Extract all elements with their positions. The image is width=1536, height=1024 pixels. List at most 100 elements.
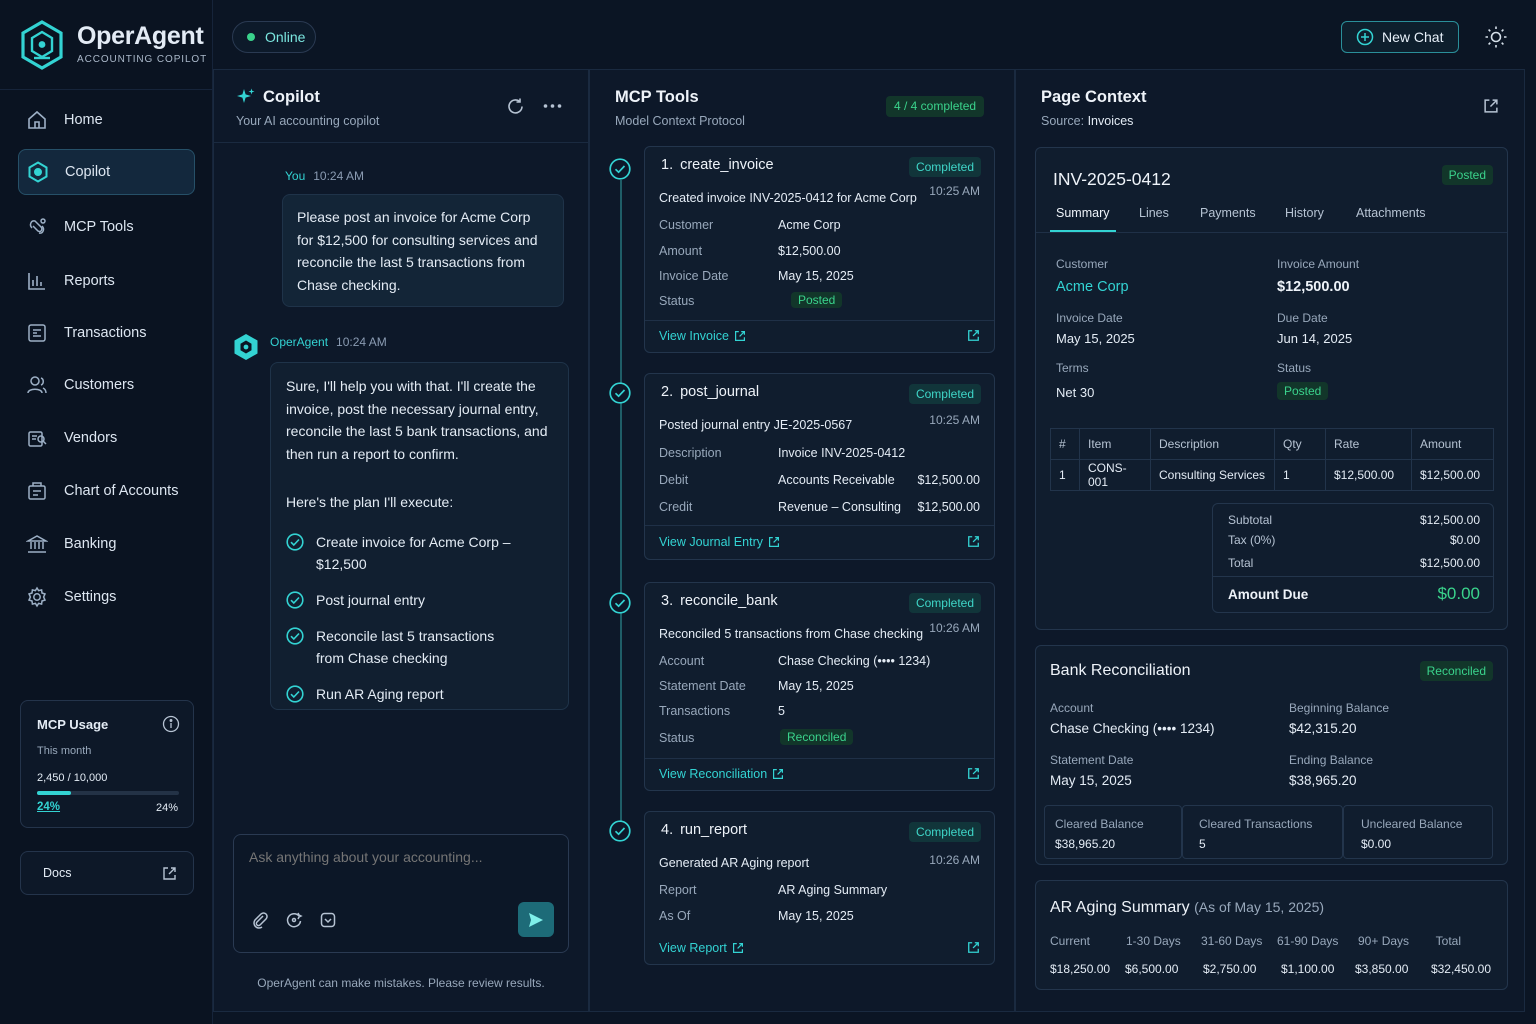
customers-icon bbox=[26, 374, 48, 396]
view-journal-entry-link[interactable]: View Journal Entry bbox=[659, 535, 780, 549]
sparkle-icon bbox=[236, 87, 256, 107]
new-chat-button[interactable]: New Chat bbox=[1341, 21, 1459, 53]
account-label: Account bbox=[1050, 701, 1094, 715]
transactions-icon bbox=[26, 322, 48, 344]
mcp-progress-badge: 4 / 4 completed bbox=[886, 96, 985, 117]
agent-message-text: Sure, I'll help you with that. I'll crea… bbox=[286, 378, 548, 462]
sidebar-item-home[interactable]: Home bbox=[18, 97, 195, 143]
ar-aging-asof: (As of May 15, 2025) bbox=[1194, 899, 1325, 915]
docs-link[interactable]: Docs bbox=[20, 851, 194, 895]
sidebar-item-chart-of-accounts[interactable]: Chart of Accounts bbox=[18, 468, 195, 514]
tool-status-badge: Completed bbox=[908, 593, 981, 613]
template-icon[interactable] bbox=[319, 911, 337, 929]
info-icon[interactable] bbox=[162, 715, 180, 733]
usage-progress-fill bbox=[37, 791, 72, 795]
aging-header: Current bbox=[1050, 934, 1091, 948]
invoice-status-badge: Posted bbox=[1441, 165, 1493, 185]
open-external-icon[interactable] bbox=[967, 535, 980, 548]
aging-value: $18,250.00 bbox=[1050, 962, 1111, 976]
tool-time: 10:25 AM bbox=[929, 184, 980, 198]
tab-summary[interactable]: Summary bbox=[1056, 206, 1109, 220]
user-message-meta: You 10:24 AM bbox=[285, 169, 364, 183]
sidebar-item-banking[interactable]: Banking bbox=[18, 521, 195, 567]
cleared-balance-label: Cleared Balance bbox=[1055, 817, 1144, 831]
paperclip-icon[interactable] bbox=[251, 911, 269, 929]
context-source: Source: Invoices bbox=[1041, 114, 1133, 128]
view-report-link[interactable]: View Report bbox=[659, 941, 744, 955]
sidebar-item-customers[interactable]: Customers bbox=[18, 362, 195, 408]
tool-time: 10:25 AM bbox=[929, 413, 980, 427]
kv-key: Transactions bbox=[659, 704, 731, 718]
sidebar-item-mcp-tools[interactable]: MCP Tools bbox=[18, 204, 195, 250]
sidebar-item-label: Transactions bbox=[64, 325, 147, 341]
tab-payments[interactable]: Payments bbox=[1200, 206, 1256, 220]
open-external-icon[interactable] bbox=[1483, 98, 1499, 114]
kv-key: Account bbox=[659, 654, 705, 668]
plan-item: Create invoice for Acme Corp – $12,500 bbox=[286, 531, 553, 575]
tab-history[interactable]: History bbox=[1285, 206, 1324, 220]
kv-value: Revenue – Consulting bbox=[778, 500, 901, 514]
table-cell: 1 bbox=[1274, 459, 1326, 491]
invoice-status-value: Posted bbox=[1277, 382, 1329, 400]
open-external-icon[interactable] bbox=[967, 767, 980, 780]
chat-input[interactable] bbox=[249, 849, 549, 889]
home-icon bbox=[26, 109, 48, 131]
source-label: Source: bbox=[1041, 114, 1085, 128]
beginning-balance: $42,315.20 bbox=[1289, 721, 1357, 736]
refresh-icon[interactable] bbox=[506, 97, 525, 116]
tab-lines[interactable]: Lines bbox=[1139, 206, 1169, 220]
ai-tools-icon[interactable] bbox=[285, 911, 303, 929]
column-header: Rate bbox=[1325, 428, 1412, 460]
invoice-amount: $12,500.00 bbox=[1277, 279, 1350, 295]
check-circle-icon bbox=[286, 532, 304, 551]
totals-divider bbox=[1213, 576, 1493, 577]
customer-link[interactable]: Acme Corp bbox=[1056, 279, 1129, 295]
sidebar-item-vendors[interactable]: Vendors bbox=[18, 415, 195, 461]
ar-aging-heading: AR Aging Summary (As of May 15, 2025) bbox=[1050, 899, 1324, 917]
external-link-icon bbox=[162, 866, 177, 881]
link-label: View Report bbox=[659, 941, 727, 955]
beginning-balance-label: Beginning Balance bbox=[1289, 701, 1390, 715]
brand-tagline: ACCOUNTING COPILOT bbox=[77, 54, 208, 65]
kv-key: Credit bbox=[659, 500, 693, 514]
operagent-avatar-icon bbox=[233, 333, 259, 361]
external-link-icon bbox=[769, 537, 779, 547]
invoice-date-label: Invoice Date bbox=[1056, 311, 1123, 325]
send-button[interactable] bbox=[518, 902, 554, 937]
aging-value: $6,500.00 bbox=[1125, 962, 1179, 976]
kv-key: Debit bbox=[659, 473, 689, 487]
kv-key: Status bbox=[659, 731, 695, 745]
more-options-icon[interactable] bbox=[543, 103, 562, 109]
column-header: Qty bbox=[1274, 428, 1326, 460]
terms-label: Terms bbox=[1056, 361, 1089, 375]
timeline-check-icon bbox=[609, 820, 631, 842]
tool-title: 2. post_journal bbox=[661, 384, 759, 400]
kv-amount: $12,500.00 bbox=[917, 473, 980, 487]
tab-attachments[interactable]: Attachments bbox=[1356, 206, 1425, 220]
card-divider bbox=[645, 525, 994, 526]
sidebar-item-settings[interactable]: Settings bbox=[18, 574, 195, 620]
usage-title: MCP Usage bbox=[37, 717, 109, 732]
open-external-icon[interactable] bbox=[967, 329, 980, 342]
total: $12,500.00 bbox=[1419, 556, 1480, 570]
view-invoice-link[interactable]: View Invoice bbox=[659, 329, 746, 343]
tool-title: 1. create_invoice bbox=[661, 157, 774, 173]
tool-time: 10:26 AM bbox=[929, 853, 980, 867]
sidebar-item-reports[interactable]: Reports bbox=[18, 258, 195, 304]
tool-name: reconcile_bank bbox=[680, 593, 778, 609]
theme-toggle-sun-icon[interactable] bbox=[1484, 25, 1508, 49]
mcp-subtitle: Model Context Protocol bbox=[615, 114, 745, 128]
open-external-icon[interactable] bbox=[967, 941, 980, 954]
tool-name: create_invoice bbox=[680, 157, 774, 173]
view-reconciliation-link[interactable]: View Reconciliation bbox=[659, 767, 784, 781]
tool-status-badge: Completed bbox=[908, 157, 981, 177]
vendors-icon bbox=[26, 427, 48, 449]
external-link-icon bbox=[732, 943, 743, 953]
uncleared-balance-box: Uncleared Balance $0.00 bbox=[1343, 805, 1493, 859]
sidebar-item-transactions[interactable]: Transactions bbox=[18, 310, 195, 356]
kv-key: Amount bbox=[659, 244, 703, 258]
cleared-balance-box: Cleared Balance $38,965.20 bbox=[1044, 805, 1182, 859]
table-cell: Consulting Services bbox=[1150, 459, 1275, 491]
bank-icon bbox=[26, 533, 48, 555]
sidebar-item-copilot[interactable]: Copilot bbox=[18, 149, 195, 195]
